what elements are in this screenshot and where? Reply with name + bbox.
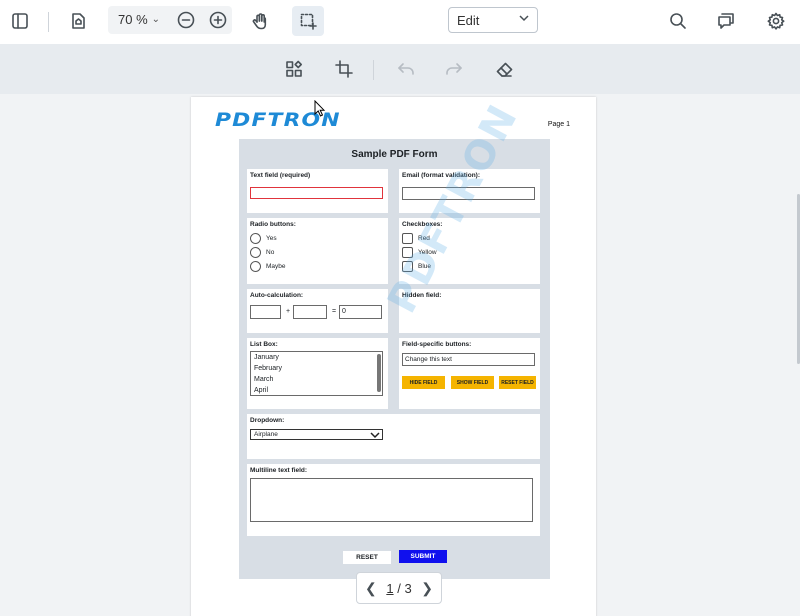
text-field-label: Text field (required) (250, 172, 311, 179)
hide-field-button[interactable]: HIDE FIELD (402, 376, 445, 389)
undo-button[interactable] (392, 56, 420, 82)
submit-button[interactable]: SUBMIT (399, 550, 447, 563)
page-label: Page 1 (547, 121, 570, 128)
listbox-label: List Box: (250, 341, 278, 348)
crop-button[interactable] (330, 56, 358, 82)
list-item[interactable]: January (251, 352, 382, 363)
page-navigator: ❮ 1 / 3 ❯ (356, 572, 442, 604)
multiline-label: Multiline text field: (250, 467, 308, 474)
dropdown-label: Dropdown: (250, 417, 285, 424)
chevron-down-icon (519, 15, 529, 22)
gear-icon (767, 12, 785, 30)
toolbar-divider (48, 12, 49, 32)
thumbnails-button[interactable] (280, 56, 308, 82)
radio-option[interactable]: No (250, 247, 274, 258)
autocalc-label: Auto-calculation: (250, 292, 304, 299)
listbox-scrollbar[interactable] (377, 354, 381, 392)
region-select-button[interactable] (292, 6, 324, 36)
list-item[interactable]: February (251, 363, 382, 374)
eraser-icon (496, 62, 513, 77)
zoom-in-button[interactable] (202, 5, 234, 35)
pdf-page[interactable]: PDFTRON Page 1 Sample PDF Form Text fiel… (191, 96, 596, 616)
show-field-button[interactable]: SHOW FIELD (451, 376, 494, 389)
crop-toolbar (0, 44, 800, 94)
top-toolbar: 70 % ⌄ Edit (0, 0, 800, 44)
pan-tool-button[interactable] (244, 6, 276, 36)
page-indicator: 1 / 3 (386, 581, 411, 596)
month-listbox[interactable]: January February March April (250, 351, 383, 396)
zoom-out-icon (177, 11, 195, 29)
radio-button[interactable] (250, 247, 261, 258)
sample-form: Sample PDF Form Text field (required) Em… (239, 96, 550, 579)
radio-option[interactable]: Maybe (250, 261, 286, 272)
redo-button[interactable] (440, 56, 468, 82)
radio-button[interactable] (250, 233, 261, 244)
reset-button[interactable]: RESET (343, 551, 391, 564)
zoom-value: 70 % (118, 12, 148, 27)
equals-sign: = (332, 308, 337, 315)
hand-icon (252, 13, 267, 30)
document-viewer[interactable]: PDFTRON Page 1 Sample PDF Form Text fiel… (0, 94, 800, 616)
autocalc-result: 0 (339, 305, 382, 319)
required-text-input[interactable] (250, 187, 383, 199)
eraser-button[interactable] (490, 56, 518, 82)
list-item[interactable]: March (251, 374, 382, 385)
radio-option-label: Maybe (266, 263, 286, 270)
field-buttons-label: Field-specific buttons: (402, 341, 472, 348)
change-text-input[interactable]: Change this text (402, 353, 535, 366)
zoom-in-icon (209, 11, 227, 29)
panel-icon (12, 13, 28, 29)
multiline-cell: Multiline text field: (247, 464, 540, 536)
toggle-panel-button[interactable] (4, 6, 36, 36)
home-file-button[interactable] (62, 6, 94, 36)
autocalc-input-b[interactable] (293, 305, 327, 319)
toolbar-divider (373, 60, 374, 80)
autocalc-input-a[interactable] (250, 305, 281, 319)
comments-icon (718, 13, 734, 29)
list-item[interactable]: April (251, 385, 382, 395)
mode-select[interactable]: Edit (448, 7, 538, 33)
reset-field-button[interactable]: RESET FIELD (499, 376, 536, 389)
mode-select-value: Edit (457, 13, 480, 28)
file-home-icon (72, 13, 85, 29)
undo-icon (398, 63, 414, 75)
text-field-cell: Text field (required) (247, 169, 388, 213)
crop-icon (335, 60, 353, 78)
total-pages: 3 (404, 580, 412, 596)
field-buttons-cell: Field-specific buttons: Change this text… (399, 338, 540, 409)
chevron-down-icon: ⌄ (151, 14, 161, 25)
chevron-down-icon (370, 432, 380, 439)
prev-page-button[interactable]: ❮ (365, 580, 377, 597)
zoom-out-button[interactable] (170, 5, 202, 35)
redo-icon (446, 63, 462, 75)
radio-option[interactable]: Yes (250, 233, 277, 244)
radio-button[interactable] (250, 261, 261, 272)
select-region-icon (300, 13, 317, 30)
radio-option-label: Yes (266, 235, 277, 242)
radio-label: Radio buttons: (250, 221, 296, 228)
dropdown-value: Airplane (254, 431, 278, 438)
page-separator: / (397, 580, 401, 596)
listbox-cell: List Box: January February March April (247, 338, 388, 409)
search-icon (670, 13, 686, 29)
zoom-dropdown[interactable]: 70 % ⌄ (118, 12, 160, 27)
multiline-input[interactable] (250, 478, 533, 522)
current-page-input[interactable]: 1 (386, 581, 393, 596)
comments-button[interactable] (710, 6, 742, 36)
radio-cell: Radio buttons: Yes No Maybe (247, 218, 388, 284)
autocalc-cell: Auto-calculation: + = 0 (247, 289, 388, 333)
radio-option-label: No (266, 249, 275, 256)
settings-button[interactable] (760, 6, 792, 36)
mouse-cursor-icon (314, 100, 326, 117)
dropdown-select[interactable]: Airplane (250, 429, 383, 440)
dropdown-cell: Dropdown: Airplane (247, 414, 540, 459)
grid-shapes-icon (286, 60, 302, 77)
search-button[interactable] (662, 6, 694, 36)
zoom-control: 70 % ⌄ (108, 6, 232, 34)
plus-sign: + (286, 308, 291, 315)
next-page-button[interactable]: ❯ (421, 580, 433, 597)
